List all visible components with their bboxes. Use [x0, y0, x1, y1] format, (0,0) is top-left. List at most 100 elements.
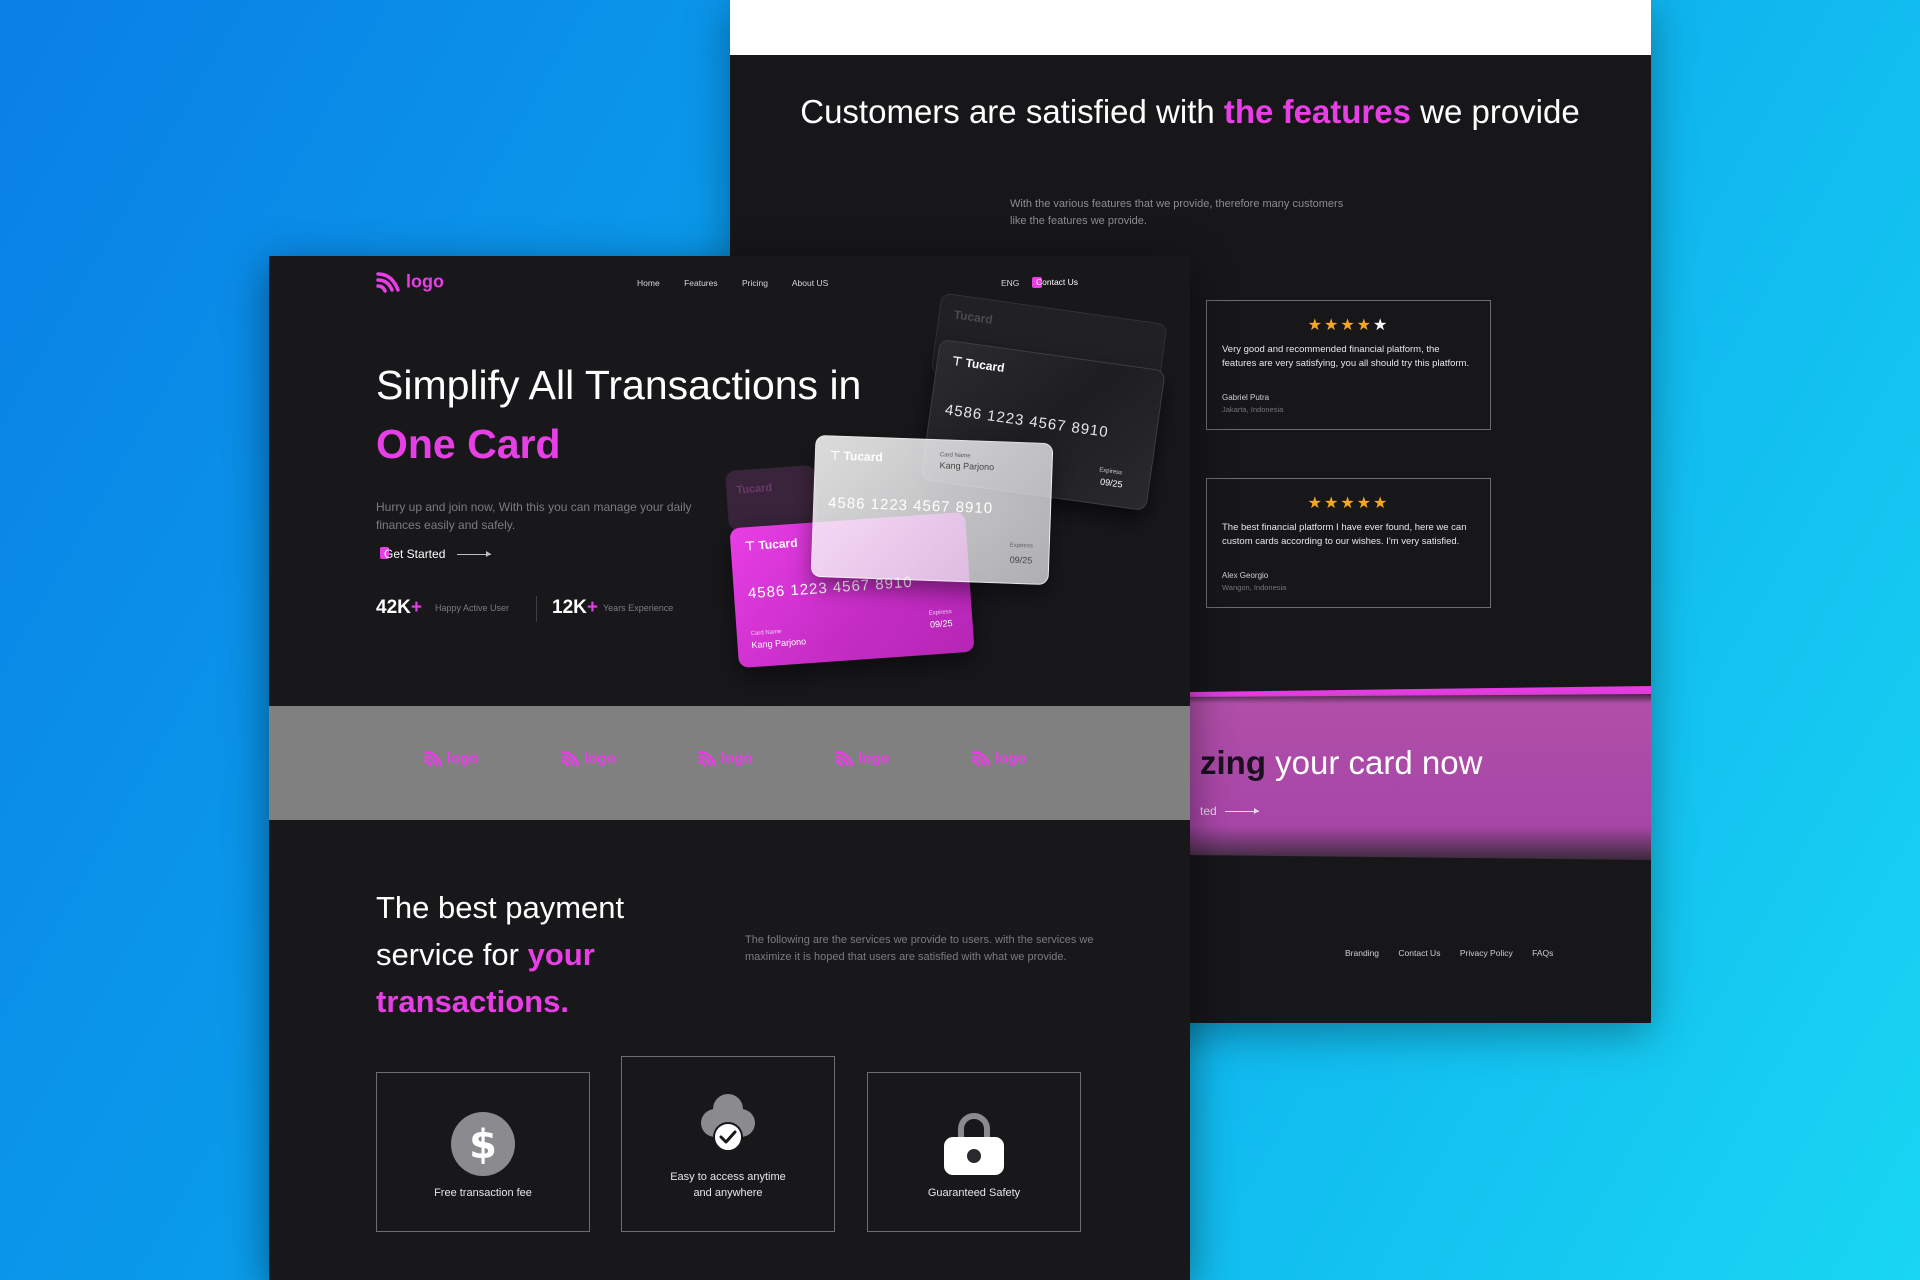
feature-label: Easy to access anytime and anywhere: [670, 1171, 786, 1199]
partner-logo-text: logo: [995, 750, 1027, 767]
partner-logos-band: logo logo logo logo logo: [269, 706, 1190, 820]
stat-value: 42K: [376, 597, 411, 618]
dollar-icon: $: [451, 1112, 515, 1176]
card-exp: 09/25: [929, 618, 953, 630]
nav-pricing[interactable]: Pricing: [742, 278, 768, 288]
cta-title-text: your card now: [1265, 744, 1483, 781]
reviewer-location: Jakarta, Indonesia: [1222, 405, 1284, 414]
cta-title: zing your card now: [1200, 744, 1482, 782]
payment-section-subtitle: The following are the services we provid…: [745, 934, 1094, 963]
hero-subtitle: Hurry up and join now, With this you can…: [376, 500, 692, 532]
cta-get-started-link[interactable]: ted: [1200, 804, 1259, 818]
footer-links: Branding Contact Us Privacy Policy FAQs: [1345, 948, 1570, 958]
contact-us-label: Contact Us: [1036, 277, 1079, 287]
logo-icon: [376, 272, 400, 293]
hero-title-line1: Simplify All Transactions in: [376, 362, 862, 408]
feature-card-free-fee: $ Free transaction fee: [376, 1072, 590, 1232]
card-name-label: Card Name: [939, 452, 971, 460]
review-text: Very good and recommended financial plat…: [1222, 344, 1470, 369]
card-exp: 09/25: [1009, 554, 1033, 566]
testimonials-title-text: Customers are satisfied with: [800, 93, 1224, 130]
cta-title-bold: zing: [1200, 744, 1266, 781]
footer-link-privacy[interactable]: Privacy Policy: [1460, 948, 1513, 958]
card-exp-label: Expiress: [1009, 542, 1033, 550]
card-brand: Tucard: [952, 307, 994, 327]
partner-logo: logo: [835, 749, 890, 768]
front-page: logo Home Features Pricing About US ENG …: [269, 256, 1190, 1280]
nav-home[interactable]: Home: [637, 278, 660, 288]
card-brand: Tucard: [735, 481, 773, 497]
testimonials-title-end: we provide: [1410, 93, 1580, 130]
footer-link-contact[interactable]: Contact Us: [1398, 948, 1440, 958]
reviewer-name: Gabriel Putra: [1222, 393, 1270, 402]
card-brand: ⊤ Tucard: [744, 535, 798, 554]
get-started-label: Get Started: [384, 547, 446, 561]
card-holder-name: Kang Parjono: [751, 636, 807, 651]
logo-icon: [698, 751, 717, 767]
stat-divider: [536, 596, 537, 622]
nav-features[interactable]: Features: [684, 278, 718, 288]
stat-users-value: 42K+: [376, 597, 422, 619]
card-brand-text: Tucard: [964, 355, 1006, 376]
stat-experience-label: Years Experience: [603, 603, 674, 613]
get-started-button[interactable]: Get Started: [379, 547, 492, 561]
back-page-top-strip: [730, 0, 1651, 55]
payment-section-title: The best payment service for your transa…: [376, 884, 696, 1025]
card-glass: ⊤ Tucard 4586 1223 4567 8910 Card Name K…: [810, 434, 1054, 586]
testimonials-subtitle: With the various features that we provid…: [1010, 198, 1344, 227]
card-brand: ⊤ Tucard: [951, 353, 1006, 376]
card-exp-label: Expiress: [928, 609, 952, 617]
rating-stars: ★★★★★: [1307, 495, 1390, 512]
feature-card-access: Easy to access anytime and anywhere: [621, 1056, 835, 1232]
feature-card-safety: Guaranteed Safety: [867, 1072, 1081, 1232]
partner-logo: logo: [698, 749, 753, 768]
card-brand: ⊤ Tucard: [829, 448, 883, 465]
stat-plus: +: [586, 597, 598, 618]
svg-text:$: $: [469, 1122, 497, 1168]
card-pink-ghost: Tucard: [725, 464, 819, 532]
logo-icon: [561, 751, 580, 767]
card-number: 4586 1223 4567 8910: [943, 401, 1110, 442]
contact-us-button[interactable]: Contact Us: [1032, 276, 1080, 288]
card-brand-text: Tucard: [843, 448, 883, 465]
feature-label: Guaranteed Safety: [927, 1187, 1021, 1199]
partner-logo: logo: [561, 749, 616, 768]
logo-icon: [424, 751, 443, 767]
rating-stars: ★★★★★: [1307, 317, 1390, 334]
lock-icon: [944, 1113, 1004, 1175]
card-exp: 09/25: [1099, 476, 1124, 490]
reviewer-location: Wangon, Indonesia: [1222, 583, 1287, 592]
nav-about[interactable]: About US: [792, 278, 828, 288]
language-selector[interactable]: ENG: [1001, 278, 1019, 288]
review-card: ★★★★★ The best financial platform I have…: [1206, 478, 1491, 608]
cta-link-label: ted: [1200, 804, 1217, 818]
logo-text: logo: [406, 271, 444, 292]
stat-plus: +: [410, 597, 422, 618]
footer-link-branding[interactable]: Branding: [1345, 948, 1379, 958]
testimonials-title: Customers are satisfied with the feature…: [790, 88, 1590, 136]
logo-icon: [972, 751, 991, 767]
partner-logo: logo: [424, 749, 479, 768]
review-card: ★★★★★ Very good and recommended financia…: [1206, 300, 1491, 430]
partner-logo-text: logo: [858, 750, 890, 767]
stat-experience-value: 12K+: [552, 597, 598, 619]
reviewer-name: Alex Georgio: [1222, 571, 1269, 580]
arrow-right-icon: [457, 551, 492, 558]
cloud-check-icon: [701, 1094, 755, 1152]
arrow-right-icon: [1224, 808, 1259, 815]
main-nav: Home Features Pricing About US: [637, 278, 850, 288]
card-brand-text: Tucard: [757, 535, 798, 553]
card-exp-label: Expiress: [1098, 467, 1123, 477]
review-text: The best financial platform I have ever …: [1222, 522, 1467, 547]
testimonials-title-highlight: the features: [1223, 93, 1411, 130]
logo-icon: [835, 751, 854, 767]
stat-users-label: Happy Active User: [435, 603, 510, 613]
footer-link-faqs[interactable]: FAQs: [1532, 948, 1553, 958]
partner-logo-text: logo: [721, 750, 753, 767]
partner-logo-text: logo: [447, 750, 479, 767]
card-name-label: Card Name: [750, 629, 782, 638]
feature-label: Free transaction fee: [434, 1187, 532, 1199]
hero-title-highlight: One Card: [376, 421, 561, 467]
card-holder-name: Kang Parjono: [939, 460, 995, 473]
nav-logo[interactable]: logo: [376, 270, 444, 294]
